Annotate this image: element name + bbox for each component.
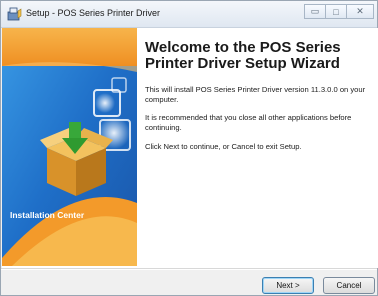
next-cancel-instruction: Click Next to continue, or Cancel to exi… — [145, 142, 302, 151]
title-bar[interactable]: Setup - POS Series Printer Driver ▭ □ ✕ — [1, 1, 377, 28]
wizard-content: Installation Center Welcome to the POS S… — [2, 28, 378, 268]
close-button[interactable]: ✕ — [346, 4, 374, 19]
installation-center-illustration: Installation Center — [2, 28, 137, 266]
install-description: This will install POS Series Printer Dri… — [145, 85, 366, 104]
next-button[interactable]: Next > — [262, 277, 314, 294]
setup-window: Setup - POS Series Printer Driver ▭ □ ✕ — [0, 0, 378, 296]
banner-caption: Installation Center — [10, 210, 85, 220]
wizard-heading: Welcome to the POS Series Printer Driver… — [145, 39, 341, 72]
minimize-button[interactable]: ▭ — [304, 4, 326, 19]
window-title: Setup - POS Series Printer Driver — [26, 8, 161, 18]
setup-app-icon — [7, 7, 22, 21]
footer-divider-highlight — [1, 269, 377, 270]
cancel-button[interactable]: Cancel — [323, 277, 375, 294]
maximize-button[interactable]: □ — [325, 4, 347, 19]
window-controls: ▭ □ ✕ — [304, 4, 374, 20]
close-apps-recommendation: It is recommended that you close all oth… — [145, 113, 352, 132]
wizard-banner: Installation Center — [2, 28, 137, 266]
